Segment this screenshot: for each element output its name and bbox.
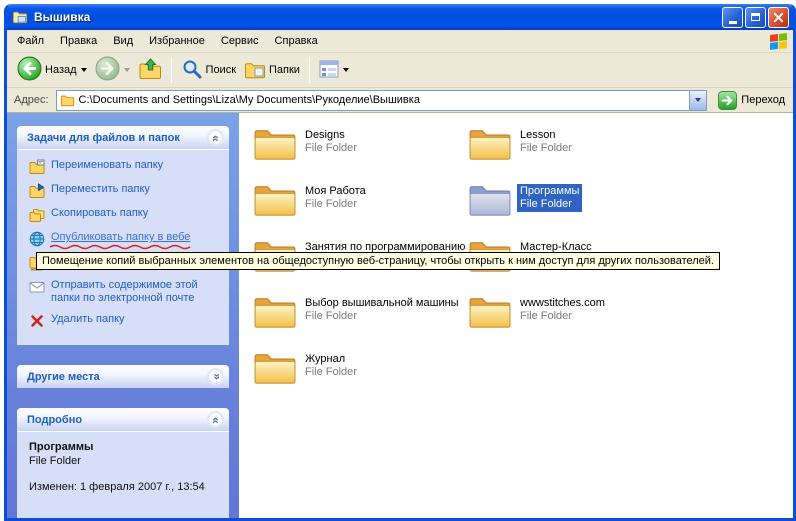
forward-dropdown-icon[interactable] [124,68,130,72]
folder-small-icon [60,93,75,107]
back-label: Назад [45,64,77,76]
task-link[interactable]: Переименовать папку [29,159,223,175]
panel-other-places: Другие места « [17,365,229,388]
up-button[interactable] [134,55,166,86]
task-link[interactable]: Удалить папку [29,313,223,329]
go-label: Переход [741,94,785,106]
folder-move-icon [29,183,45,199]
folder-icon [468,182,512,218]
folder-label: Lesson File Folder [520,129,572,155]
forward-button[interactable] [91,54,134,86]
menu-item[interactable]: Правка [52,32,105,50]
folder-tile[interactable]: wwwstitches.com File Folder [468,294,683,350]
task-link[interactable]: Скопировать папку [29,207,223,223]
folder-icon [253,294,297,330]
back-button[interactable]: Назад [13,54,91,86]
windows-logo-icon [770,33,787,50]
folder-label: Моя Работа File Folder [305,185,366,211]
panel-title: Другие места [27,371,100,383]
folder-tile[interactable]: Моя Работа File Folder [253,182,468,238]
email-icon [29,279,45,295]
details-folder-name: Программы [29,441,223,453]
panel-header-details[interactable]: Подробно « [17,408,229,431]
search-icon [181,58,203,83]
panel-header-other-places[interactable]: Другие места « [17,365,229,388]
search-label: Поиск [206,64,236,76]
folder-rename-icon [29,159,45,175]
folder-label: Журнал File Folder [305,353,357,379]
close-button[interactable] [768,7,789,28]
panel-header-tasks[interactable]: Задачи для файлов и папок « [17,126,229,149]
task-link[interactable]: Отправить содержимое этой папки по элект… [29,279,223,305]
menu-item[interactable]: Файл [9,32,52,50]
expand-button[interactable]: « [207,368,224,385]
address-path: C:\Documents and Settings\Liza\My Docume… [79,94,690,106]
folder-publish-icon [29,231,45,247]
folder-tile[interactable]: Выбор вышивальной машины File Folder [253,294,468,350]
folder-up-icon [138,57,162,84]
collapse-button[interactable]: « [207,129,224,146]
back-dropdown-icon[interactable] [81,68,87,72]
menu-item[interactable]: Справка [267,32,326,50]
menu-item[interactable]: Сервис [213,32,267,50]
folder-icon [468,294,512,330]
address-dropdown-button[interactable] [689,91,706,110]
delete-icon [29,313,45,329]
content-area: Задачи для файлов и папок « Переименоват… [7,113,793,518]
folder-tile[interactable]: Журнал File Folder [253,350,468,406]
collapse-button[interactable]: « [207,411,224,428]
details-body: Программы File Folder Изменен: 1 февраля… [17,431,229,518]
file-list: Designs File Folder Lesson File Folder [239,113,793,518]
toolbar-separator [171,57,172,83]
go-icon [718,91,737,110]
search-button[interactable]: Поиск [177,56,240,85]
folder-copy-icon [29,207,45,223]
folder-tile[interactable]: Designs File Folder [253,126,468,182]
menu-item[interactable]: Вид [105,32,141,50]
menu-bar: ФайлПравкаВидИзбранноеСервисСправка [7,30,793,53]
go-button[interactable]: Переход [714,91,789,110]
folder-icon [468,126,512,162]
folder-tile[interactable]: Программы File Folder [468,182,683,238]
address-label: Адрес: [14,94,49,106]
task-link[interactable]: Опубликовать папку в вебе [29,231,223,247]
views-dropdown-icon[interactable] [343,68,349,72]
panel-title: Подробно [27,414,82,426]
views-icon [319,59,339,82]
panel-details: Подробно « Программы File Folder Изменен… [17,408,229,518]
folder-label: wwwstitches.com File Folder [520,297,605,323]
panel-file-folder-tasks: Задачи для файлов и папок « Переименоват… [17,126,229,345]
panel-title: Задачи для файлов и папок [27,132,180,144]
toolbar: Назад Поиск Папки [7,53,793,88]
views-button[interactable] [315,57,353,84]
titlebar: Вышивка [7,4,793,30]
address-bar: Адрес: C:\Documents and Settings\Liza\My… [7,88,793,113]
tooltip: Помещение копий выбранных элементов на о… [36,252,720,270]
folders-icon [244,58,266,83]
folders-label: Папки [269,64,300,76]
folder-tile[interactable]: Lesson File Folder [468,126,683,182]
task-pane: Задачи для файлов и папок « Переименоват… [7,113,239,518]
folder-label: Designs File Folder [305,129,357,155]
folder-label: Программы File Folder [517,184,582,212]
window-title: Вышивка [34,10,90,24]
folder-icon [253,350,297,386]
folder-window-icon [12,9,30,25]
folder-icon [253,126,297,162]
minimize-button[interactable] [722,7,743,28]
address-input[interactable]: C:\Documents and Settings\Liza\My Docume… [56,90,708,111]
toolbar-separator [309,57,310,83]
details-modified: Изменен: 1 февраля 2007 г., 13:54 [29,481,223,493]
details-folder-type: File Folder [29,455,223,467]
red-underline-annotation [49,243,191,250]
menu-item[interactable]: Избранное [141,32,213,50]
folder-label: Выбор вышивальной машины File Folder [305,297,459,323]
task-link[interactable]: Переместить папку [29,183,223,199]
forward-icon [95,56,120,84]
maximize-button[interactable] [745,7,766,28]
folder-icon [253,182,297,218]
back-icon [17,56,42,84]
folders-button[interactable]: Папки [240,56,304,85]
